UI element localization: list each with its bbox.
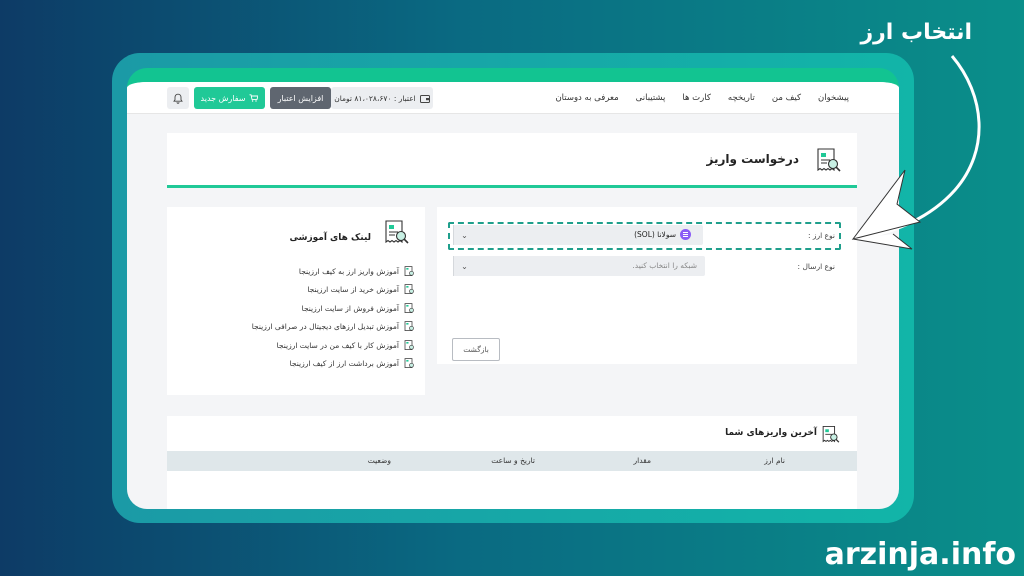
site-watermark: arzinja.info — [824, 537, 1016, 572]
annotation-headline: انتخاب ارز — [860, 20, 972, 45]
pointer-arrow-icon — [851, 55, 981, 250]
